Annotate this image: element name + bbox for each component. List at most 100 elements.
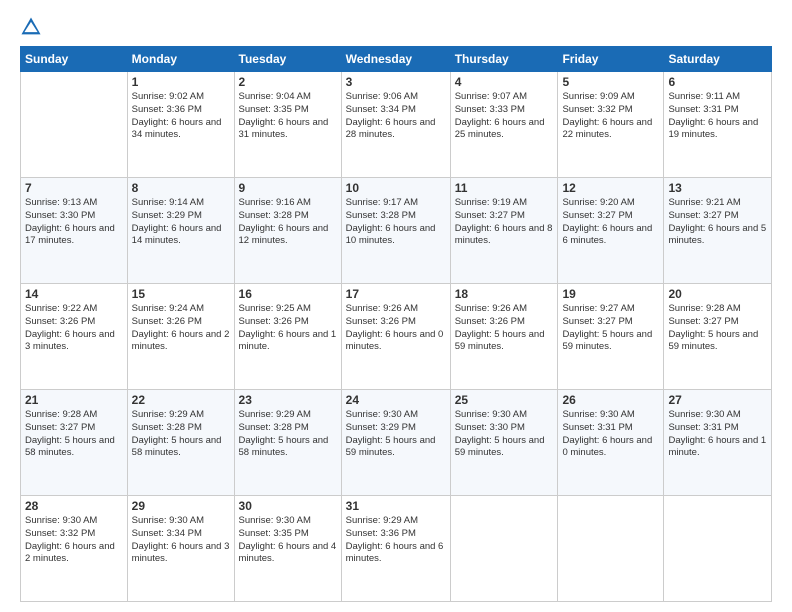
calendar-cell: 13 Sunrise: 9:21 AMSunset: 3:27 PMDayligh… [664, 178, 772, 284]
cell-info: Sunrise: 9:19 AMSunset: 3:27 PMDaylight:… [455, 197, 554, 248]
day-number: 18 [455, 287, 554, 301]
day-number: 8 [132, 181, 230, 195]
calendar-cell [450, 496, 558, 602]
day-number: 29 [132, 499, 230, 513]
calendar-cell [21, 72, 128, 178]
calendar-cell: 23 Sunrise: 9:29 AMSunset: 3:28 PMDayligh… [234, 390, 341, 496]
calendar-cell: 6 Sunrise: 9:11 AMSunset: 3:31 PMDaylight… [664, 72, 772, 178]
day-number: 15 [132, 287, 230, 301]
cell-info: Sunrise: 9:25 AMSunset: 3:26 PMDaylight:… [239, 303, 337, 354]
calendar-cell: 21Sunrise: 9:28 AMSunset: 3:27 PMDayligh… [21, 390, 128, 496]
cell-info: Sunrise: 9:04 AMSunset: 3:35 PMDaylight:… [239, 91, 337, 142]
calendar-cell: 4 Sunrise: 9:07 AMSunset: 3:33 PMDaylight… [450, 72, 558, 178]
weekday-header-row: SundayMondayTuesdayWednesdayThursdayFrid… [21, 47, 772, 72]
calendar-cell: 11 Sunrise: 9:19 AMSunset: 3:27 PMDayligh… [450, 178, 558, 284]
weekday-header-tuesday: Tuesday [234, 47, 341, 72]
cell-info: Sunrise: 9:24 AMSunset: 3:26 PMDaylight:… [132, 303, 230, 354]
calendar-week-row: 14 Sunrise: 9:22 AMSunset: 3:26 PMDayligh… [21, 284, 772, 390]
cell-info: Sunrise: 9:13 AMSunset: 3:30 PMDaylight:… [25, 197, 123, 248]
calendar-cell: 24 Sunrise: 9:30 AMSunset: 3:29 PMDayligh… [341, 390, 450, 496]
calendar-cell: 9 Sunrise: 9:16 AMSunset: 3:28 PMDaylight… [234, 178, 341, 284]
cell-info: Sunrise: 9:28 AMSunset: 3:27 PMDaylight:… [668, 303, 767, 354]
calendar-cell: 2 Sunrise: 9:04 AMSunset: 3:35 PMDaylight… [234, 72, 341, 178]
calendar-table: SundayMondayTuesdayWednesdayThursdayFrid… [20, 46, 772, 602]
day-number: 11 [455, 181, 554, 195]
day-number: 9 [239, 181, 337, 195]
day-number: 19 [562, 287, 659, 301]
day-number: 10 [346, 181, 446, 195]
cell-info: Sunrise: 9:20 AMSunset: 3:27 PMDaylight:… [562, 197, 659, 248]
calendar-cell: 19Sunrise: 9:27 AMSunset: 3:27 PMDayligh… [558, 284, 664, 390]
day-number: 2 [239, 75, 337, 89]
cell-info: Sunrise: 9:26 AMSunset: 3:26 PMDaylight:… [346, 303, 446, 354]
calendar-week-row: 21Sunrise: 9:28 AMSunset: 3:27 PMDayligh… [21, 390, 772, 496]
day-number: 6 [668, 75, 767, 89]
calendar-cell: 28 Sunrise: 9:30 AMSunset: 3:32 PMDayligh… [21, 496, 128, 602]
calendar-cell: 26Sunrise: 9:30 AMSunset: 3:31 PMDayligh… [558, 390, 664, 496]
day-number: 5 [562, 75, 659, 89]
header [20, 16, 772, 38]
calendar-week-row: 1 Sunrise: 9:02 AMSunset: 3:36 PMDaylight… [21, 72, 772, 178]
calendar-cell: 17 Sunrise: 9:26 AMSunset: 3:26 PMDayligh… [341, 284, 450, 390]
day-number: 14 [25, 287, 123, 301]
day-number: 25 [455, 393, 554, 407]
day-number: 3 [346, 75, 446, 89]
cell-info: Sunrise: 9:30 AMSunset: 3:31 PMDaylight:… [668, 409, 767, 460]
cell-info: Sunrise: 9:21 AMSunset: 3:27 PMDaylight:… [668, 197, 767, 248]
day-number: 27 [668, 393, 767, 407]
calendar-cell: 8 Sunrise: 9:14 AMSunset: 3:29 PMDaylight… [127, 178, 234, 284]
cell-info: Sunrise: 9:30 AMSunset: 3:32 PMDaylight:… [25, 515, 123, 566]
day-number: 16 [239, 287, 337, 301]
day-number: 24 [346, 393, 446, 407]
calendar-cell: 14 Sunrise: 9:22 AMSunset: 3:26 PMDayligh… [21, 284, 128, 390]
day-number: 13 [668, 181, 767, 195]
cell-info: Sunrise: 9:30 AMSunset: 3:31 PMDaylight:… [562, 409, 659, 460]
cell-info: Sunrise: 9:30 AMSunset: 3:29 PMDaylight:… [346, 409, 446, 460]
weekday-header-monday: Monday [127, 47, 234, 72]
cell-info: Sunrise: 9:14 AMSunset: 3:29 PMDaylight:… [132, 197, 230, 248]
page: SundayMondayTuesdayWednesdayThursdayFrid… [0, 0, 792, 612]
day-number: 28 [25, 499, 123, 513]
calendar-cell: 16 Sunrise: 9:25 AMSunset: 3:26 PMDayligh… [234, 284, 341, 390]
weekday-header-saturday: Saturday [664, 47, 772, 72]
calendar-cell: 25Sunrise: 9:30 AMSunset: 3:30 PMDayligh… [450, 390, 558, 496]
calendar-week-row: 7 Sunrise: 9:13 AMSunset: 3:30 PMDaylight… [21, 178, 772, 284]
day-number: 22 [132, 393, 230, 407]
cell-info: Sunrise: 9:22 AMSunset: 3:26 PMDaylight:… [25, 303, 123, 354]
calendar-cell: 31Sunrise: 9:29 AMSunset: 3:36 PMDayligh… [341, 496, 450, 602]
cell-info: Sunrise: 9:17 AMSunset: 3:28 PMDaylight:… [346, 197, 446, 248]
day-number: 23 [239, 393, 337, 407]
cell-info: Sunrise: 9:16 AMSunset: 3:28 PMDaylight:… [239, 197, 337, 248]
calendar-cell: 3 Sunrise: 9:06 AMSunset: 3:34 PMDaylight… [341, 72, 450, 178]
day-number: 17 [346, 287, 446, 301]
day-number: 1 [132, 75, 230, 89]
cell-info: Sunrise: 9:26 AMSunset: 3:26 PMDaylight:… [455, 303, 554, 354]
cell-info: Sunrise: 9:06 AMSunset: 3:34 PMDaylight:… [346, 91, 446, 142]
day-number: 12 [562, 181, 659, 195]
weekday-header-friday: Friday [558, 47, 664, 72]
day-number: 4 [455, 75, 554, 89]
calendar-cell: 15 Sunrise: 9:24 AMSunset: 3:26 PMDayligh… [127, 284, 234, 390]
calendar-week-row: 28 Sunrise: 9:30 AMSunset: 3:32 PMDayligh… [21, 496, 772, 602]
calendar-cell: 22Sunrise: 9:29 AMSunset: 3:28 PMDayligh… [127, 390, 234, 496]
calendar-cell: 1 Sunrise: 9:02 AMSunset: 3:36 PMDaylight… [127, 72, 234, 178]
day-number: 30 [239, 499, 337, 513]
cell-info: Sunrise: 9:11 AMSunset: 3:31 PMDaylight:… [668, 91, 767, 142]
calendar-cell: 18 Sunrise: 9:26 AMSunset: 3:26 PMDayligh… [450, 284, 558, 390]
cell-info: Sunrise: 9:28 AMSunset: 3:27 PMDaylight:… [25, 409, 123, 460]
cell-info: Sunrise: 9:02 AMSunset: 3:36 PMDaylight:… [132, 91, 230, 142]
calendar-cell [558, 496, 664, 602]
logo [20, 16, 46, 38]
weekday-header-wednesday: Wednesday [341, 47, 450, 72]
day-number: 20 [668, 287, 767, 301]
cell-info: Sunrise: 9:07 AMSunset: 3:33 PMDaylight:… [455, 91, 554, 142]
logo-icon [20, 16, 42, 38]
day-number: 7 [25, 181, 123, 195]
cell-info: Sunrise: 9:09 AMSunset: 3:32 PMDaylight:… [562, 91, 659, 142]
calendar-cell: 20 Sunrise: 9:28 AMSunset: 3:27 PMDayligh… [664, 284, 772, 390]
cell-info: Sunrise: 9:30 AMSunset: 3:34 PMDaylight:… [132, 515, 230, 566]
cell-info: Sunrise: 9:29 AMSunset: 3:28 PMDaylight:… [239, 409, 337, 460]
calendar-cell: 29 Sunrise: 9:30 AMSunset: 3:34 PMDayligh… [127, 496, 234, 602]
calendar-cell: 5 Sunrise: 9:09 AMSunset: 3:32 PMDaylight… [558, 72, 664, 178]
calendar-cell: 12 Sunrise: 9:20 AMSunset: 3:27 PMDayligh… [558, 178, 664, 284]
